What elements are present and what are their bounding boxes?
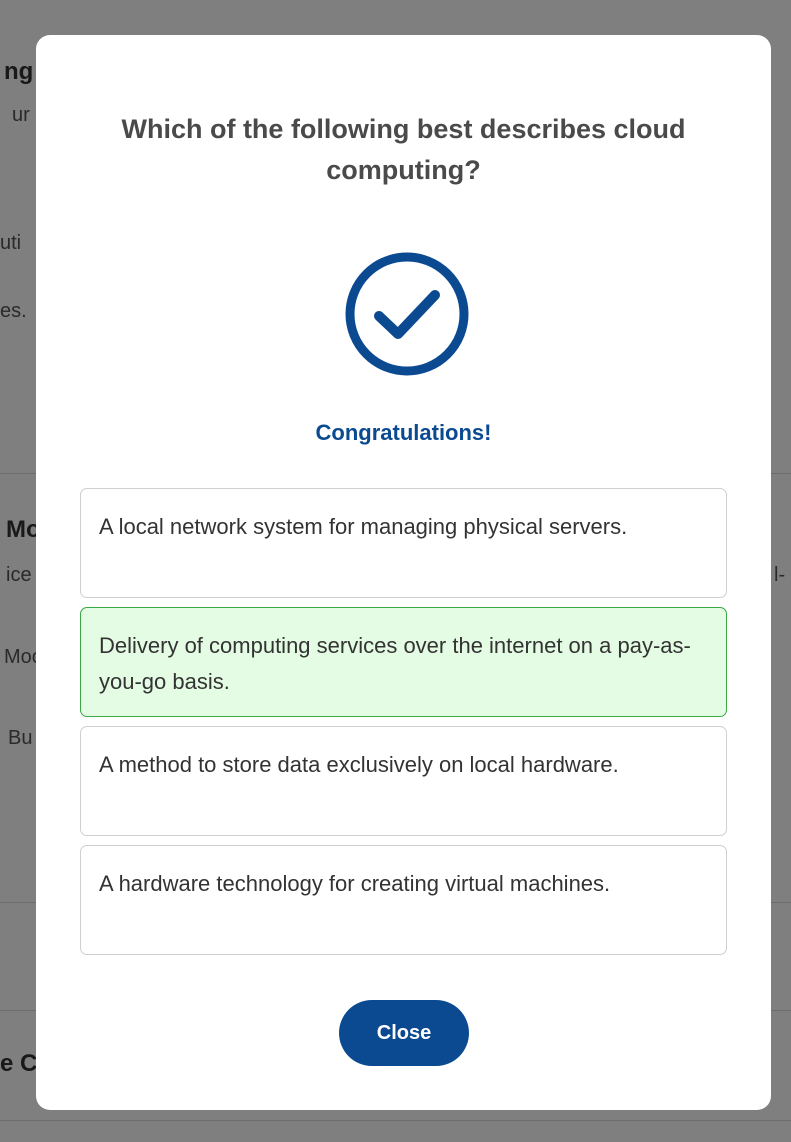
check-circle-icon: [343, 250, 471, 378]
close-button[interactable]: Close: [339, 1000, 469, 1066]
question-text: Which of the following best describes cl…: [121, 114, 686, 185]
answer-option[interactable]: A local network system for managing phys…: [80, 488, 727, 598]
answer-option[interactable]: A hardware technology for creating virtu…: [80, 845, 727, 955]
quiz-result-modal: Which of the following best describes cl…: [36, 35, 771, 1110]
answer-options: A local network system for managing phys…: [80, 488, 727, 964]
answer-option[interactable]: A method to store data exclusively on lo…: [80, 726, 727, 836]
congratulations-text: Congratulations!: [315, 420, 492, 445]
answer-option-correct[interactable]: Delivery of computing services over the …: [80, 607, 727, 717]
